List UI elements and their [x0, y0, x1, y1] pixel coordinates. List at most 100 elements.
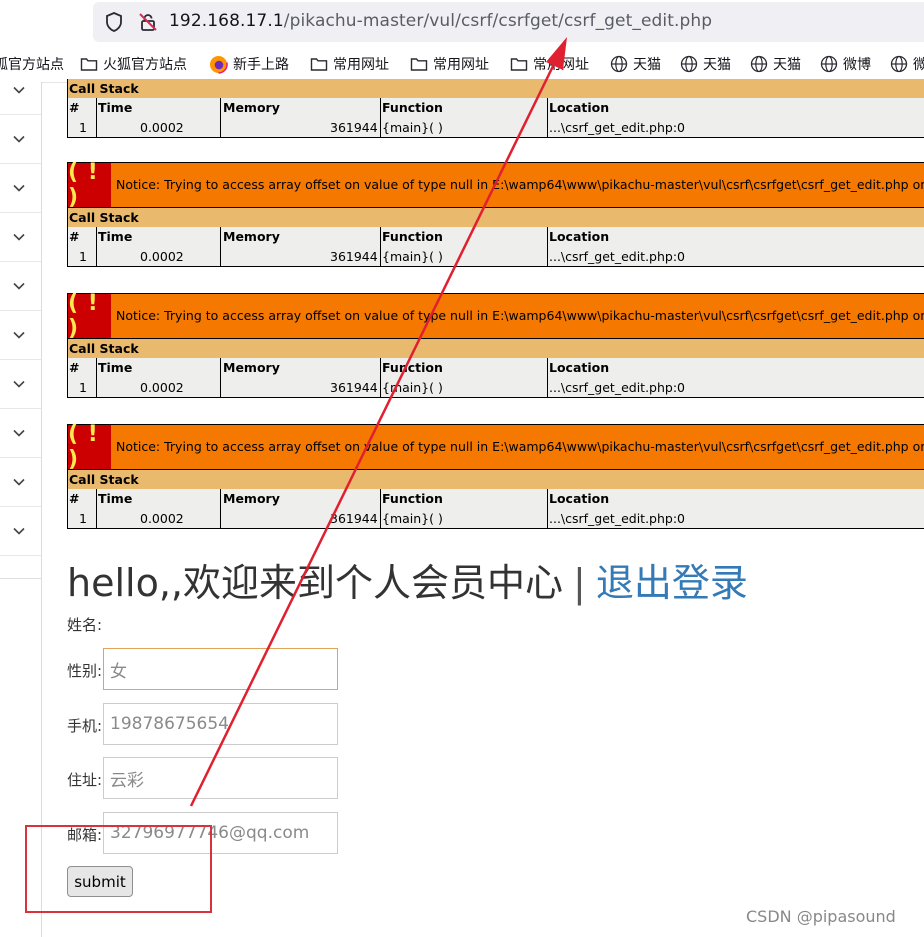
cell-time: 0.0002 [140, 511, 184, 526]
table-row: 1 0.0002 361944 {main}( ) ...\csrf_get_e… [68, 509, 924, 528]
globe-icon [610, 55, 628, 73]
col-memory: Memory [223, 360, 280, 375]
sidebar [0, 82, 42, 937]
bookmark-label: 常用网址 [333, 57, 389, 73]
chevron-down-icon [13, 233, 25, 241]
page-title: hello,,欢迎来到个人会员中心 | 退出登录 [67, 552, 748, 607]
sex-label: 性别: [67, 662, 103, 680]
globe-icon [820, 55, 838, 73]
bookmarks-bar: 狐官方站点 火狐官方站点 新手上路 常用网址 常用网址 常用网址 天猫 天猫 天… [0, 45, 924, 83]
chevron-down-icon [13, 380, 25, 388]
cell-function: {main}( ) [382, 120, 443, 135]
notice-banner: ( ! ) Notice: Trying to access array off… [67, 160, 924, 210]
sidebar-item[interactable] [0, 65, 41, 115]
warning-icon: ( ! ) [68, 291, 111, 341]
url-host: 192.168.17.1 [169, 11, 284, 31]
table-row: 1 0.0002 361944 {main}( ) ...\csrf_get_e… [68, 247, 924, 266]
bookmark-label: 常用网址 [533, 57, 589, 73]
cell-number: 1 [79, 120, 87, 135]
logout-link[interactable]: 退出登录 [596, 561, 748, 605]
col-function: Function [382, 229, 443, 244]
bookmark-label: 天猫 [773, 57, 801, 73]
phone-input[interactable] [103, 703, 338, 745]
cell-number: 1 [79, 511, 87, 526]
globe-icon [680, 55, 698, 73]
call-stack-table: # Time Memory Function Location 1 0.0002… [67, 98, 924, 138]
col-location: Location [549, 229, 610, 244]
notice-message: Notice: Trying to access array offset on… [116, 439, 924, 454]
bookmark-label: 微博 [843, 57, 871, 73]
call-stack-label: Call Stack [67, 470, 924, 489]
firefox-icon [209, 54, 228, 74]
sidebar-item[interactable] [0, 261, 41, 311]
table-header-row: # Time Memory Function Location [68, 98, 924, 119]
col-number: # [69, 229, 80, 244]
notice-banner: ( ! ) Notice: Trying to access array off… [67, 422, 924, 472]
bookmark-item[interactable]: 微博 [820, 53, 871, 75]
cell-function: {main}( ) [382, 380, 443, 395]
address-input[interactable] [103, 757, 338, 799]
bookmark-item[interactable]: 新手上路 [209, 53, 289, 75]
address-bar[interactable]: 192.168.17.1/pikachu-master/vul/csrf/csr… [93, 2, 924, 42]
warning-icon: ( ! ) [68, 422, 111, 472]
col-time: Time [98, 360, 133, 375]
notice-banner: ( ! ) Notice: Trying to access array off… [67, 291, 924, 341]
table-row: 1 0.0002 361944 {main}( ) ...\csrf_get_e… [68, 118, 924, 137]
url-text[interactable]: 192.168.17.1/pikachu-master/vul/csrf/csr… [169, 11, 712, 31]
sex-input[interactable] [103, 648, 338, 690]
cell-number: 1 [79, 249, 87, 264]
chevron-down-icon [13, 282, 25, 290]
bookmark-item[interactable]: 天猫 [750, 53, 801, 75]
bookmark-label: 天猫 [703, 57, 731, 73]
col-function: Function [382, 100, 443, 115]
bookmark-item[interactable]: 天猫 [610, 53, 661, 75]
folder-icon [310, 58, 328, 71]
sidebar-divider [0, 578, 41, 579]
bookmark-label: 火狐官方站点 [103, 57, 187, 73]
cell-time: 0.0002 [140, 249, 184, 264]
chevron-down-icon [13, 527, 25, 535]
bookmark-folder[interactable]: 常用网址 [410, 53, 489, 75]
sidebar-item[interactable] [0, 163, 41, 213]
col-time: Time [98, 100, 133, 115]
call-stack-label: Call Stack [67, 208, 924, 227]
name-label: 姓名: [67, 616, 103, 634]
col-number: # [69, 100, 80, 115]
col-location: Location [549, 100, 610, 115]
bookmark-folder[interactable]: 常用网址 [510, 53, 589, 75]
call-stack-table: # Time Memory Function Location 1 0.0002… [67, 358, 924, 398]
sidebar-item[interactable] [0, 457, 41, 507]
bookmark-folder[interactable]: 火狐官方站点 [80, 53, 187, 75]
bookmark-label: 新手上路 [233, 57, 289, 73]
call-stack-table: # Time Memory Function Location 1 0.0002… [67, 227, 924, 267]
title-separator: | [573, 561, 586, 605]
sidebar-item[interactable] [0, 359, 41, 409]
insecure-lock-icon[interactable] [137, 11, 159, 33]
browser-toolbar: 192.168.17.1/pikachu-master/vul/csrf/csr… [0, 0, 924, 45]
table-row: 1 0.0002 361944 {main}( ) ...\csrf_get_e… [68, 378, 924, 397]
sidebar-item[interactable] [0, 506, 41, 556]
cell-number: 1 [79, 380, 87, 395]
call-stack-label: Call Stack [67, 79, 924, 98]
sidebar-item[interactable] [0, 408, 41, 458]
bookmark-item[interactable]: 微 [890, 53, 924, 75]
xdebug-block: ( ! ) Notice: Trying to access array off… [67, 160, 924, 267]
col-location: Location [549, 491, 610, 506]
cell-function: {main}( ) [382, 511, 443, 526]
bookmark-folder[interactable]: 常用网址 [310, 53, 389, 75]
cell-location: ...\csrf_get_edit.php:0 [549, 120, 686, 135]
chevron-down-icon [13, 331, 25, 339]
folder-icon [80, 58, 98, 71]
sidebar-item[interactable] [0, 212, 41, 262]
phone-label: 手机: [67, 717, 103, 735]
chevron-down-icon [13, 429, 25, 437]
col-function: Function [382, 491, 443, 506]
col-memory: Memory [223, 229, 280, 244]
sidebar-item[interactable] [0, 310, 41, 360]
bookmark-label: 天猫 [633, 57, 661, 73]
col-memory: Memory [223, 491, 280, 506]
cell-location: ...\csrf_get_edit.php:0 [549, 511, 686, 526]
shield-icon[interactable] [103, 11, 125, 33]
sidebar-item[interactable] [0, 114, 41, 164]
bookmark-item[interactable]: 天猫 [680, 53, 731, 75]
